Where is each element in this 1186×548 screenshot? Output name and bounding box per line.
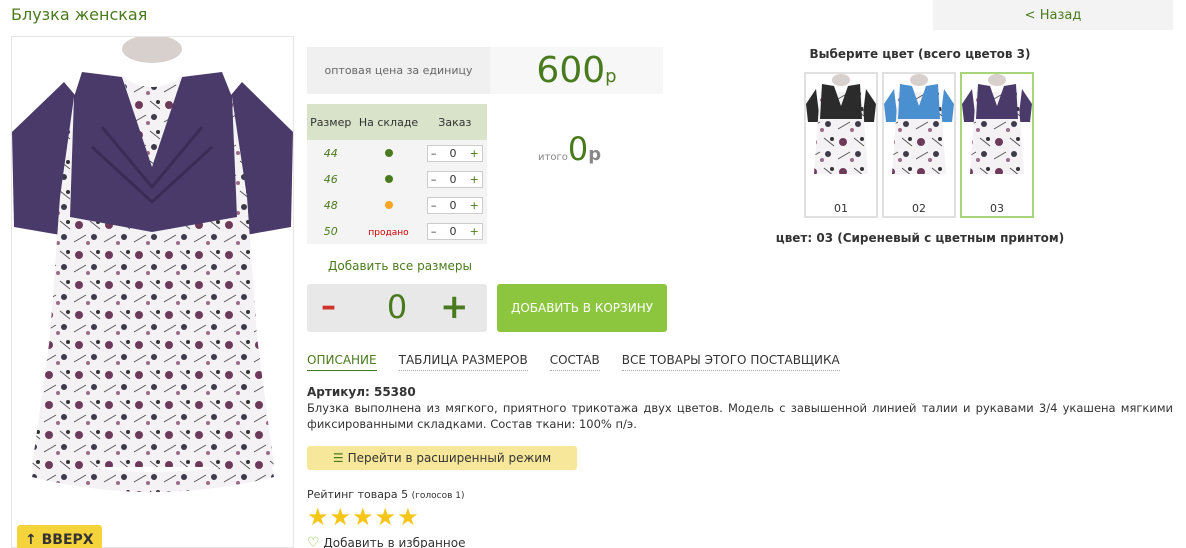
add-to-favorites-link[interactable]: ♡ Добавить в избранное xyxy=(307,535,465,548)
color-swatch-01[interactable]: 01 xyxy=(804,72,878,218)
header-order: Заказ xyxy=(422,104,487,140)
color-select-title: Выберите цвет (всего цветов 3) xyxy=(809,47,1031,61)
stock-dot-icon xyxy=(384,200,393,209)
minus-button[interactable]: – xyxy=(431,225,437,238)
quantity-input[interactable]: 0 xyxy=(449,147,456,160)
stock-status xyxy=(354,140,423,166)
quantity-input[interactable]: 0 xyxy=(449,225,456,238)
stock-dot-icon xyxy=(384,174,393,183)
swatch-image xyxy=(806,74,876,194)
total-currency: р xyxy=(588,144,602,165)
header-size: Размер xyxy=(307,104,355,140)
size-table: Размер На складе Заказ 44–0 +46–0 +48–0 +50… xyxy=(307,104,487,244)
swatch-label: 01 xyxy=(834,202,848,215)
tab-all-supplier-products[interactable]: ВСЕ ТОВАРЫ ЭТОГО ПОСТАВЩИКА xyxy=(621,353,840,371)
stock-status xyxy=(354,166,423,192)
star-icon[interactable]: ★ xyxy=(330,505,352,529)
rating-stars: ★ ★ ★ ★ ★ xyxy=(307,505,419,529)
size-value: 44 xyxy=(307,140,355,166)
size-value: 50 xyxy=(307,218,355,244)
size-row: 44 –0 + xyxy=(307,140,487,166)
color-swatch-02[interactable]: 02 xyxy=(882,72,956,218)
scroll-top-label: ВВЕРХ xyxy=(41,532,94,548)
star-icon[interactable]: ★ xyxy=(352,505,374,529)
size-quantity-stepper: –0 + xyxy=(426,222,483,240)
extended-mode-label: Перейти в расширенный режим xyxy=(347,451,552,465)
quantity-input[interactable]: 0 xyxy=(449,173,456,186)
quantity-input[interactable]: 0 xyxy=(449,199,456,212)
plus-button[interactable]: + xyxy=(470,173,479,186)
selected-color-text: цвет: 03 (Сиреневый с цветным принтом) xyxy=(775,231,1065,245)
quantity-minus-button[interactable]: – xyxy=(321,284,336,330)
stock-dot-icon xyxy=(384,148,393,157)
minus-button[interactable]: – xyxy=(431,199,437,212)
back-button[interactable]: < Назад xyxy=(933,0,1173,30)
tab-composition[interactable]: СОСТАВ xyxy=(549,353,600,371)
size-quantity-stepper: –0 + xyxy=(426,170,483,188)
order-cell: –0 + xyxy=(422,218,487,244)
price-value: 600 xyxy=(536,50,606,91)
color-swatch-03[interactable]: 03 xyxy=(960,72,1034,218)
star-icon[interactable]: ★ xyxy=(397,505,419,529)
price-currency: р xyxy=(605,66,617,87)
plus-button[interactable]: + xyxy=(470,225,479,238)
favorites-label: Добавить в избранное xyxy=(323,536,466,548)
star-icon[interactable]: ★ xyxy=(375,505,397,529)
stock-status xyxy=(354,192,423,218)
rating-text: Рейтинг товара 5 (голосов 1) xyxy=(307,488,465,501)
swatch-label: 03 xyxy=(990,202,1004,215)
product-description: Блузка выполнена из мягкого, приятного т… xyxy=(307,401,1173,431)
tab-description[interactable]: ОПИСАНИЕ xyxy=(307,353,377,371)
tab-size-chart[interactable]: ТАБЛИЦА РАЗМЕРОВ xyxy=(398,353,528,371)
heart-icon: ♡ xyxy=(307,535,320,548)
price-value-box: 600р xyxy=(490,47,663,94)
stock-status: продано xyxy=(354,218,423,244)
scroll-top-button[interactable]: ↑ ВВЕРХ xyxy=(17,525,102,548)
arrow-up-icon: ↑ xyxy=(25,532,37,548)
minus-button[interactable]: – xyxy=(431,173,437,186)
total: итого0р xyxy=(538,130,601,168)
blouse-image xyxy=(12,35,293,492)
add-all-sizes-link[interactable]: Добавить все размеры xyxy=(328,259,472,273)
add-to-cart-button[interactable]: ДОБАВИТЬ В КОРЗИНУ xyxy=(497,284,667,332)
rating-label: Рейтинг товара 5 xyxy=(307,488,409,501)
article-number: Артикул: 55380 xyxy=(307,385,416,399)
extended-mode-button[interactable]: ☰ Перейти в расширенный режим xyxy=(307,446,577,470)
size-quantity-stepper: –0 + xyxy=(426,196,483,214)
product-photo[interactable] xyxy=(11,35,294,548)
swatch-label: 02 xyxy=(912,202,926,215)
list-icon: ☰ xyxy=(332,451,344,465)
plus-button[interactable]: + xyxy=(470,147,479,160)
order-cell: –0 + xyxy=(422,166,487,192)
quantity-plus-button[interactable]: + xyxy=(440,284,469,330)
rating-votes: (голосов 1) xyxy=(411,491,465,501)
size-row: 50 продано –0 + xyxy=(307,218,487,244)
swatch-image xyxy=(884,74,954,194)
plus-button[interactable]: + xyxy=(470,199,479,212)
order-cell: –0 + xyxy=(422,140,487,166)
minus-button[interactable]: – xyxy=(431,147,437,160)
swatch-image xyxy=(962,74,1032,194)
header-stock: На складе xyxy=(354,104,423,140)
quantity-stepper: 0 – + xyxy=(307,284,487,332)
sold-out-label: продано xyxy=(368,227,409,238)
size-row: 48 –0 + xyxy=(307,192,487,218)
price-label: оптовая цена за единицу xyxy=(307,47,490,94)
product-tabs: ОПИСАНИЕ ТАБЛИЦА РАЗМЕРОВ СОСТАВ ВСЕ ТОВ… xyxy=(307,353,862,371)
page-title: Блузка женская xyxy=(11,5,148,24)
size-row: 46 –0 + xyxy=(307,166,487,192)
star-icon[interactable]: ★ xyxy=(307,505,329,529)
total-value: 0 xyxy=(567,130,589,168)
total-label: итого xyxy=(538,152,568,163)
size-value: 46 xyxy=(307,166,355,192)
size-quantity-stepper: –0 + xyxy=(426,144,483,162)
size-value: 48 xyxy=(307,192,355,218)
order-cell: –0 + xyxy=(422,192,487,218)
